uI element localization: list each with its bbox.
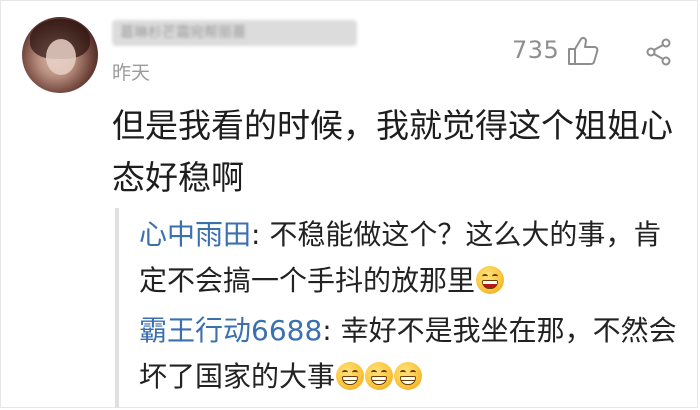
grinning-emoji-icon: [365, 362, 394, 390]
avatar[interactable]: [22, 17, 98, 93]
reply-list: 心中雨田: 不稳能做这个？这么大的事，肯定不会搞一个手抖的放那里 霸王行动668…: [115, 208, 684, 408]
reply-username[interactable]: 心中雨田: [139, 218, 251, 251]
username[interactable]: 葛琳杉芒霜宛帮丽蔷: [112, 20, 357, 46]
reply-username[interactable]: 霸王行动6688: [139, 314, 322, 347]
share-icon[interactable]: [645, 38, 673, 66]
grinning-emoji-icon: [336, 362, 365, 390]
like-count: 735: [512, 36, 560, 64]
reply-item[interactable]: 心中雨田: 不稳能做这个？这么大的事，肯定不会搞一个手抖的放那里: [139, 212, 679, 304]
reply-separator: :: [322, 314, 332, 347]
timestamp: 昨天: [112, 62, 151, 84]
laughing-emoji-icon: [476, 266, 505, 294]
avatar-face: [46, 39, 76, 75]
thumbs-up-icon[interactable]: [566, 36, 600, 66]
reply-item[interactable]: 霸王行动6688: 幸好不是我坐在那，不然会坏了国家的大事: [139, 308, 679, 400]
grinning-emoji-icon: [394, 362, 423, 390]
comment-text: 但是我看的时候，我就觉得这个姐姐心态好稳啊: [112, 106, 673, 197]
